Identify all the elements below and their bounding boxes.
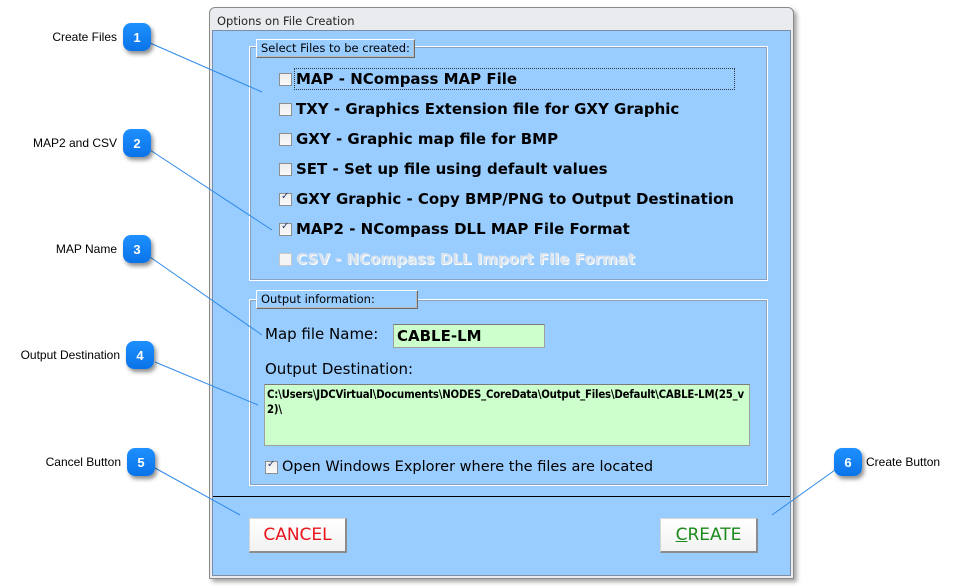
checkbox-box[interactable] bbox=[279, 193, 292, 206]
checkbox-box[interactable] bbox=[279, 223, 292, 236]
callout-badge-2: 2 bbox=[123, 129, 151, 157]
checkbox-map[interactable]: MAP - NCompass MAP File bbox=[279, 69, 733, 89]
map-name-label: Map file Name: bbox=[265, 325, 378, 343]
checkbox-label: Open Windows Explorer where the files ar… bbox=[282, 459, 653, 475]
callout-badge-1: 1 bbox=[123, 23, 151, 51]
callout-label-cancel-button: Cancel Button bbox=[46, 455, 121, 469]
checkbox-box bbox=[279, 253, 292, 266]
dialog-title: Options on File Creation bbox=[217, 14, 355, 28]
callout-label-map-name: MAP Name bbox=[56, 242, 117, 256]
select-files-legend: Select Files to be created: bbox=[256, 39, 415, 58]
checkbox-box[interactable] bbox=[265, 461, 278, 474]
checkbox-label: SET - Set up file using default values bbox=[296, 160, 608, 178]
checkbox-set[interactable]: SET - Set up file using default values bbox=[279, 159, 608, 179]
checkbox-label: GXY Graphic - Copy BMP/PNG to Output Des… bbox=[296, 190, 734, 208]
dialog-client-area: Select Files to be created: MAP - NCompa… bbox=[212, 30, 791, 576]
cancel-button[interactable]: CANCEL bbox=[249, 518, 347, 553]
options-dialog: Options on File Creation Select Files to… bbox=[209, 7, 794, 579]
callout-badge-3: 3 bbox=[123, 235, 151, 263]
create-button-label: CREATE bbox=[676, 525, 742, 545]
checkbox-open-explorer[interactable]: Open Windows Explorer where the files ar… bbox=[265, 457, 653, 477]
output-destination-input[interactable]: C:\Users\JDCVirtual\Documents\NODES_Core… bbox=[264, 384, 750, 446]
checkbox-label: CSV - NCompass DLL Import File Format bbox=[296, 250, 635, 268]
checkbox-gxy[interactable]: GXY - Graphic map file for BMP bbox=[279, 129, 558, 149]
callout-badge-6: 6 bbox=[834, 448, 862, 476]
checkbox-box[interactable] bbox=[279, 103, 292, 116]
checkbox-csv: CSV - NCompass DLL Import File Format bbox=[279, 249, 635, 269]
create-label-rest: REATE bbox=[687, 525, 741, 545]
checkbox-txy[interactable]: TXY - Graphics Extension file for GXY Gr… bbox=[279, 99, 679, 119]
checkbox-box[interactable] bbox=[279, 73, 292, 86]
callout-badge-5: 5 bbox=[127, 448, 155, 476]
footer-separator bbox=[213, 496, 790, 497]
create-accelerator-key: C bbox=[676, 525, 688, 545]
checkbox-label: MAP2 - NCompass DLL MAP File Format bbox=[296, 220, 630, 238]
checkbox-label: MAP - NCompass MAP File bbox=[296, 70, 733, 88]
checkbox-map2[interactable]: MAP2 - NCompass DLL MAP File Format bbox=[279, 219, 630, 239]
callout-label-create-button: Create Button bbox=[866, 455, 940, 469]
checkbox-label: GXY - Graphic map file for BMP bbox=[296, 130, 558, 148]
checkbox-box[interactable] bbox=[279, 163, 292, 176]
output-destination-label: Output Destination: bbox=[265, 360, 413, 378]
callout-badge-4: 4 bbox=[126, 341, 154, 369]
checkbox-box[interactable] bbox=[279, 133, 292, 146]
checkbox-gxy-graphic[interactable]: GXY Graphic - Copy BMP/PNG to Output Des… bbox=[279, 189, 734, 209]
create-button[interactable]: CREATE bbox=[660, 518, 758, 553]
callout-label-create-files: Create Files bbox=[52, 30, 117, 44]
cancel-button-label: CANCEL bbox=[263, 525, 331, 545]
checkbox-label: TXY - Graphics Extension file for GXY Gr… bbox=[296, 100, 679, 118]
callout-label-map2-csv: MAP2 and CSV bbox=[33, 136, 117, 150]
output-info-legend: Output information: bbox=[256, 290, 418, 309]
callout-label-output-destination: Output Destination bbox=[21, 348, 120, 362]
map-name-input[interactable]: CABLE-LM bbox=[393, 324, 545, 348]
